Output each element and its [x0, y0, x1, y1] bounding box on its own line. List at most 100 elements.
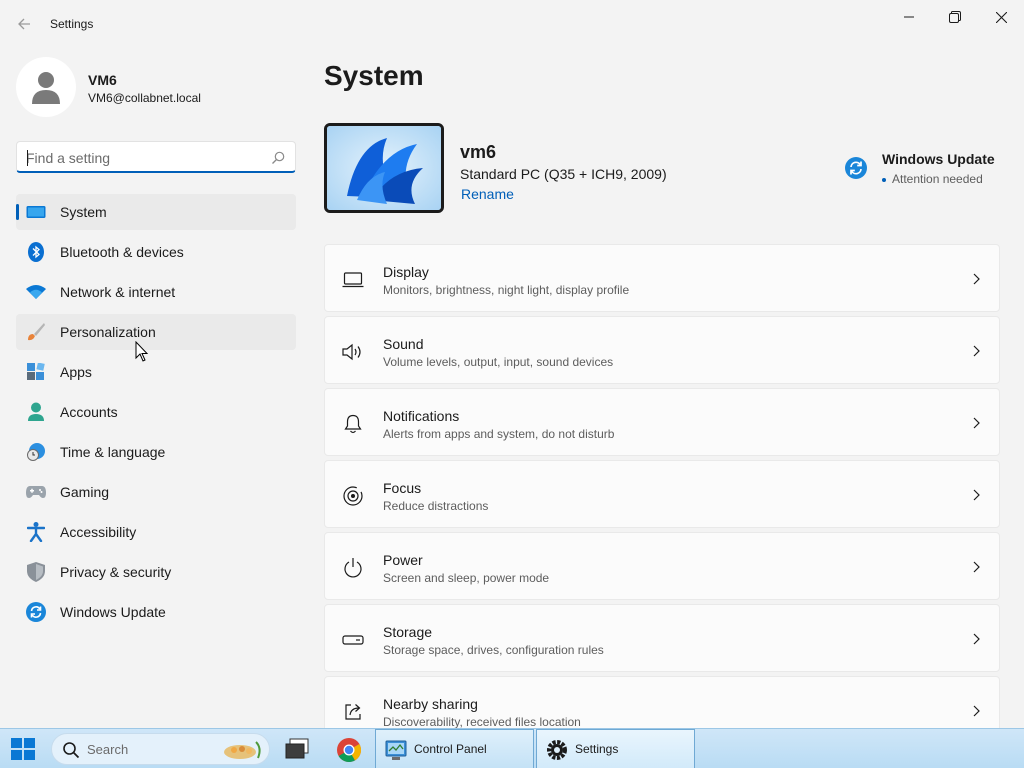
card-title: Notifications: [383, 408, 460, 424]
search-icon[interactable]: [270, 150, 286, 166]
sidebar-item-network[interactable]: Network & internet: [16, 274, 296, 310]
shield-icon: [26, 562, 46, 582]
share-icon: [342, 701, 364, 723]
sidebar-item-privacy[interactable]: Privacy & security: [16, 554, 296, 590]
device-model: Standard PC (Q35 + ICH9, 2009): [460, 166, 667, 182]
sidebar-item-label: System: [60, 204, 107, 220]
sidebar-item-apps[interactable]: Apps: [16, 354, 296, 390]
sidebar-item-gaming[interactable]: Gaming: [16, 474, 296, 510]
display-icon: [342, 269, 364, 291]
card-nearby-sharing[interactable]: Nearby sharing Discoverability, received…: [324, 676, 1000, 728]
sidebar-item-windows-update[interactable]: Windows Update: [16, 594, 296, 630]
sidebar-item-time-language[interactable]: Time & language: [16, 434, 296, 470]
control-panel-icon: [385, 740, 407, 760]
back-arrow-icon: [18, 18, 30, 30]
avatar[interactable]: [16, 57, 76, 117]
sidebar-nav: System Bluetooth & devices Network & int…: [16, 194, 296, 634]
card-title: Nearby sharing: [383, 696, 478, 712]
text-caret: [27, 150, 28, 166]
rename-link[interactable]: Rename: [461, 186, 514, 202]
chevron-right-icon: [973, 273, 980, 285]
sidebar-item-system[interactable]: System: [16, 194, 296, 230]
search-highlight-art-icon: [224, 741, 261, 759]
chevron-right-icon: [973, 633, 980, 645]
taskbar-search-placeholder: Search: [87, 742, 129, 757]
sidebar-item-accessibility[interactable]: Accessibility: [16, 514, 296, 550]
back-button[interactable]: [10, 12, 38, 36]
card-display[interactable]: Display Monitors, brightness, night ligh…: [324, 244, 1000, 312]
taskbar: Search Control Panel Settings: [0, 728, 1024, 768]
restore-button[interactable]: [932, 4, 978, 30]
card-subtitle: Discoverability, received files location: [383, 715, 581, 728]
settings-window: Settings VM6 VM6@collabnet.local Find a …: [0, 0, 1024, 728]
apps-icon: [26, 362, 46, 382]
sidebar-item-label: Time & language: [60, 444, 166, 460]
card-notifications[interactable]: Notifications Alerts from apps and syste…: [324, 388, 1000, 456]
profile-email: VM6@collabnet.local: [88, 91, 201, 105]
card-sound[interactable]: Sound Volume levels, output, input, soun…: [324, 316, 1000, 384]
card-title: Focus: [383, 480, 422, 496]
restore-icon: [949, 11, 961, 23]
globe-clock-icon: [26, 442, 46, 462]
sidebar-item-bluetooth[interactable]: Bluetooth & devices: [16, 234, 296, 270]
sidebar-item-label: Personalization: [60, 324, 156, 340]
task-view-icon[interactable]: [284, 737, 312, 761]
sidebar-item-label: Windows Update: [60, 604, 166, 620]
accessibility-icon: [26, 522, 46, 542]
app-title: Settings: [50, 17, 94, 31]
brush-icon: [26, 322, 46, 342]
sidebar-item-label: Bluetooth & devices: [60, 244, 184, 260]
card-subtitle: Monitors, brightness, night light, displ…: [383, 283, 630, 297]
sidebar-item-label: Apps: [60, 364, 92, 380]
storage-icon: [342, 629, 364, 651]
update-icon: [26, 602, 46, 622]
chevron-right-icon: [973, 705, 980, 717]
taskbar-app-label: Settings: [575, 742, 619, 756]
card-subtitle: Storage space, drives, configuration rul…: [383, 643, 604, 657]
sidebar-item-personalization[interactable]: Personalization: [16, 314, 296, 350]
chevron-right-icon: [973, 345, 980, 357]
power-icon: [342, 557, 364, 579]
minimize-button[interactable]: [886, 4, 932, 30]
chevron-right-icon: [973, 489, 980, 501]
device-name: vm6: [460, 142, 497, 162]
bluetooth-icon: [26, 242, 46, 262]
bell-icon: [342, 413, 364, 435]
settings-gear-icon: [547, 740, 567, 760]
taskbar-search[interactable]: Search: [51, 733, 270, 765]
card-power[interactable]: Power Screen and sleep, power mode: [324, 532, 1000, 600]
speaker-icon: [342, 341, 364, 363]
person-icon: [32, 72, 60, 104]
windows-update-title: Windows Update: [882, 151, 995, 167]
search-input[interactable]: [26, 148, 256, 168]
chrome-icon[interactable]: [336, 737, 362, 763]
windows-update-status[interactable]: Windows Update Attention needed: [845, 150, 1005, 190]
taskbar-app-settings[interactable]: Settings: [536, 729, 695, 768]
chevron-right-icon: [973, 417, 980, 429]
card-subtitle: Alerts from apps and system, do not dist…: [383, 427, 615, 441]
taskbar-app-label: Control Panel: [414, 742, 487, 756]
chevron-right-icon: [973, 561, 980, 573]
focus-icon: [342, 485, 364, 507]
settings-card-list: Display Monitors, brightness, night ligh…: [324, 244, 1000, 728]
minimize-icon: [904, 16, 914, 18]
card-storage[interactable]: Storage Storage space, drives, configura…: [324, 604, 1000, 672]
sidebar-item-accounts[interactable]: Accounts: [16, 394, 296, 430]
sidebar-item-label: Accounts: [60, 404, 118, 420]
sidebar-item-label: Network & internet: [60, 284, 176, 300]
settings-search[interactable]: [16, 141, 296, 173]
bloom-wallpaper-icon: [327, 126, 441, 210]
close-button[interactable]: [978, 4, 1024, 30]
system-icon: [26, 202, 46, 222]
sidebar-item-label: Privacy & security: [60, 564, 172, 580]
windows-update-subtitle: Attention needed: [882, 172, 983, 186]
search-icon: [63, 742, 80, 759]
update-icon: [845, 157, 867, 179]
windows-update-status-text: Attention needed: [892, 172, 983, 186]
taskbar-app-control-panel[interactable]: Control Panel: [375, 729, 534, 768]
sidebar-item-label: Gaming: [60, 484, 110, 500]
windows-start-icon[interactable]: [10, 737, 36, 761]
gamepad-icon: [26, 482, 46, 502]
title-bar: Settings: [0, 0, 1024, 48]
card-focus[interactable]: Focus Reduce distractions: [324, 460, 1000, 528]
